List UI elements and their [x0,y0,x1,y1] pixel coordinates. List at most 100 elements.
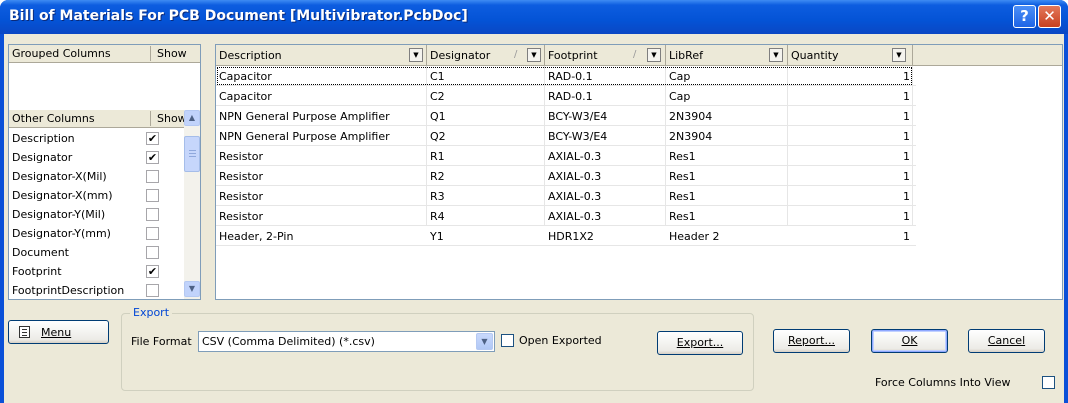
column-option-row[interactable]: Document [9,243,184,262]
table-cell: Resistor [219,190,263,203]
force-columns-checkbox[interactable] [1042,376,1055,389]
column-option-row[interactable]: Designator-Y(mm) [9,224,184,243]
column-option-label: Document [12,246,69,259]
column-header-designator[interactable]: Designator / ▼ [427,45,545,65]
table-cell: AXIAL-0.3 [548,190,602,203]
show-checkbox[interactable]: ✔ [146,265,159,278]
table-row[interactable]: Resistor R2 AXIAL-0.3 Res1 1 [216,166,916,186]
show-checkbox[interactable] [146,227,159,240]
show-checkbox[interactable] [146,208,159,221]
sort-icon: / [514,49,518,60]
table-cell: Res1 [669,210,696,223]
title-bar[interactable]: Bill of Materials For PCB Document [Mult… [0,0,1068,34]
scroll-up-icon[interactable]: ▲ [184,110,200,126]
table-row[interactable]: Resistor R3 AXIAL-0.3 Res1 1 [216,186,916,206]
table-row[interactable]: Capacitor C2 RAD-0.1 Cap 1 [216,86,916,106]
column-option-row[interactable]: Description ✔ [9,129,184,148]
column-option-label: Footprint [12,265,62,278]
force-columns-label[interactable]: Force Columns Into View [875,376,1010,389]
file-format-value: CSV (Comma Delimited) (*.csv) [202,335,375,348]
open-exported-checkbox[interactable] [501,334,514,347]
table-cell: Resistor [219,150,263,163]
table-cell: Cap [669,90,691,103]
table-cell: HDR1X2 [548,230,594,243]
table-cell: 1 [903,110,910,123]
show-checkbox[interactable] [146,284,159,297]
table-cell: 1 [903,210,910,223]
other-columns-list: Description ✔ Designator ✔ Designator-X(Mil)… [9,129,184,299]
table-cell: AXIAL-0.3 [548,210,602,223]
filter-dropdown-icon[interactable]: ▼ [527,48,541,62]
table-cell: 2N3904 [669,130,713,143]
table-cell: 1 [903,230,910,243]
other-columns-title: Other Columns [12,112,95,125]
column-option-row[interactable]: Designator ✔ [9,148,184,167]
table-row[interactable]: Resistor R4 AXIAL-0.3 Res1 1 [216,206,916,226]
table-cell: Q1 [430,110,446,123]
table-row[interactable]: Resistor R1 AXIAL-0.3 Res1 1 [216,146,916,166]
table-cell: 1 [903,150,910,163]
cancel-button[interactable]: Cancel [968,329,1045,353]
help-button[interactable]: ? [1013,5,1036,28]
column-option-row[interactable]: Designator-X(Mil) [9,167,184,186]
table-row[interactable]: Header, 2-Pin Y1 HDR1X2 Header 2 1 [216,226,916,246]
table-cell: AXIAL-0.3 [548,150,602,163]
column-header-quantity[interactable]: Quantity ▼ [788,45,913,65]
export-button[interactable]: Export... [657,331,743,355]
show-checkbox[interactable]: ✔ [146,151,159,164]
other-columns-header: Other Columns Show [9,110,200,128]
dialog-client-area: Grouped Columns Show Other Columns Show … [4,34,1064,403]
show-checkbox[interactable] [146,246,159,259]
column-option-row[interactable]: Designator-X(mm) [9,186,184,205]
column-option-label: Designator-X(mm) [12,189,113,202]
table-row[interactable]: NPN General Purpose Amplifier Q1 BCY-W3/E4… [216,106,916,126]
file-format-select[interactable]: CSV (Comma Delimited) (*.csv) ▼ [198,331,495,352]
filter-dropdown-icon[interactable]: ▼ [409,48,423,62]
menu-button[interactable]: Menu [8,320,109,344]
table-cell: C2 [430,90,445,103]
show-checkbox[interactable] [146,170,159,183]
table-cell: R1 [430,150,445,163]
table-row[interactable]: NPN General Purpose Amplifier Q2 BCY-W3/E4… [216,126,916,146]
filter-dropdown-icon[interactable]: ▼ [647,48,661,62]
filter-dropdown-icon[interactable]: ▼ [892,48,906,62]
column-option-label: Description [12,132,75,145]
filter-dropdown-icon[interactable]: ▼ [769,48,783,62]
show-checkbox[interactable]: ✔ [146,132,159,145]
column-header-footprint[interactable]: Footprint / ▼ [545,45,666,65]
grouped-columns-title: Grouped Columns [12,47,111,60]
column-header-libref[interactable]: LibRef ▼ [666,45,788,65]
column-option-row[interactable]: Designator-Y(Mil) [9,205,184,224]
other-columns-scrollbar[interactable]: ▲ ▼ [184,110,200,299]
table-cell: RAD-0.1 [548,90,593,103]
chevron-down-icon[interactable]: ▼ [476,333,493,350]
show-checkbox[interactable] [146,189,159,202]
column-header-description[interactable]: Description ▼ [216,45,427,65]
scroll-thumb[interactable] [184,136,200,172]
table-cell: 1 [903,90,910,103]
scroll-down-icon[interactable]: ▼ [184,281,200,297]
column-option-row[interactable]: FootprintDescription [9,281,184,299]
table-cell: R3 [430,190,445,203]
bom-dialog-window: Bill of Materials For PCB Document [Mult… [0,0,1068,403]
table-cell: Res1 [669,190,696,203]
export-group-label: Export [130,306,173,319]
columns-panel: Grouped Columns Show Other Columns Show … [8,44,201,300]
ok-button[interactable]: OK [871,329,948,353]
column-option-row[interactable]: Footprint ✔ [9,262,184,281]
row-focus-outline [217,67,912,85]
table-cell: NPN General Purpose Amplifier [219,130,390,143]
close-button[interactable]: ✕ [1038,5,1061,28]
open-exported-label[interactable]: Open Exported [519,334,602,347]
column-option-label: FootprintDescription [12,284,125,297]
column-option-label: Designator-Y(Mil) [12,208,106,221]
table-cell: R4 [430,210,445,223]
table-cell: 1 [903,190,910,203]
grid-header: Description ▼ Designator / ▼ Footprint /… [216,45,1062,66]
bom-grid: Description ▼ Designator / ▼ Footprint /… [215,44,1063,300]
table-cell: NPN General Purpose Amplifier [219,110,390,123]
table-cell: Y1 [430,230,444,243]
table-cell: Q2 [430,130,446,143]
report-button[interactable]: Report... [773,329,850,353]
window-title: Bill of Materials For PCB Document [Mult… [9,8,468,24]
